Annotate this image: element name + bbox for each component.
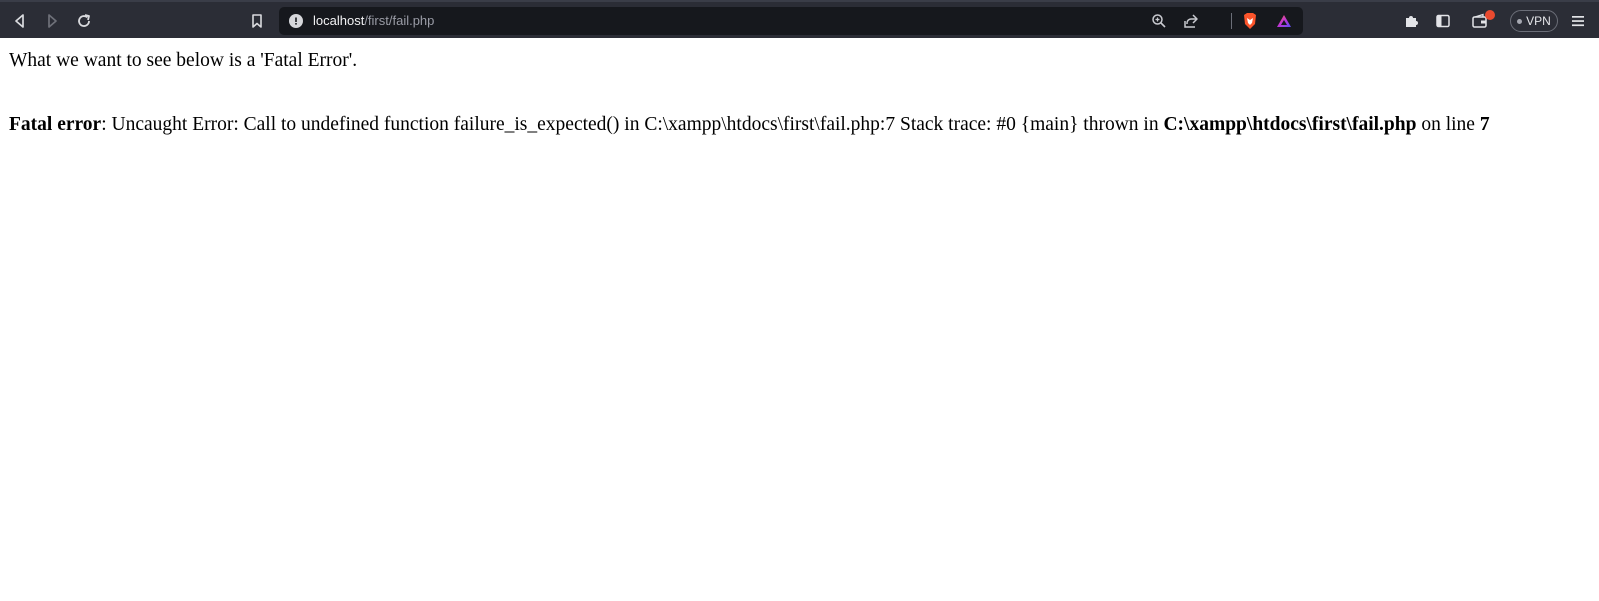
brave-shield-icon[interactable] bbox=[1241, 12, 1259, 30]
browser-toolbar: localhost/first/fail.php VPN bbox=[0, 0, 1599, 38]
php-fatal-error: Fatal error: Uncaught Error: Call to und… bbox=[9, 113, 1490, 137]
info-icon[interactable] bbox=[289, 14, 303, 28]
forward-icon[interactable] bbox=[39, 8, 65, 34]
brave-rewards-icon[interactable] bbox=[1275, 12, 1293, 30]
intro-text: What we want to see below is a 'Fatal Er… bbox=[9, 50, 358, 71]
error-label: Fatal error bbox=[9, 114, 102, 135]
url-host: localhost bbox=[313, 13, 365, 28]
vpn-label: VPN bbox=[1526, 14, 1551, 28]
url-text[interactable]: localhost/first/fail.php bbox=[313, 13, 434, 29]
url-path: /first/fail.php bbox=[364, 13, 435, 28]
bookmark-icon[interactable] bbox=[244, 8, 270, 34]
back-icon[interactable] bbox=[7, 8, 33, 34]
vpn-status-dot bbox=[1517, 18, 1523, 24]
error-line-number: 7 bbox=[1479, 114, 1490, 135]
vpn-button[interactable]: VPN bbox=[1510, 10, 1558, 32]
hamburger-menu-icon[interactable] bbox=[1565, 8, 1591, 34]
error-file: C:\xampp\htdocs\first\fail.php bbox=[1163, 114, 1417, 135]
zoom-icon[interactable] bbox=[1150, 12, 1168, 30]
reload-icon[interactable] bbox=[71, 8, 97, 34]
puzzle-icon[interactable] bbox=[1398, 8, 1424, 34]
notification-badge bbox=[1485, 10, 1495, 20]
address-bar[interactable]: localhost/first/fail.php bbox=[279, 7, 1303, 35]
error-on-line: on line bbox=[1416, 114, 1480, 135]
address-bar-divider bbox=[1231, 13, 1232, 29]
share-icon[interactable] bbox=[1182, 12, 1200, 30]
sidebar-icon[interactable] bbox=[1430, 8, 1456, 34]
error-message: : Uncaught Error: Call to undefined func… bbox=[101, 114, 1164, 135]
